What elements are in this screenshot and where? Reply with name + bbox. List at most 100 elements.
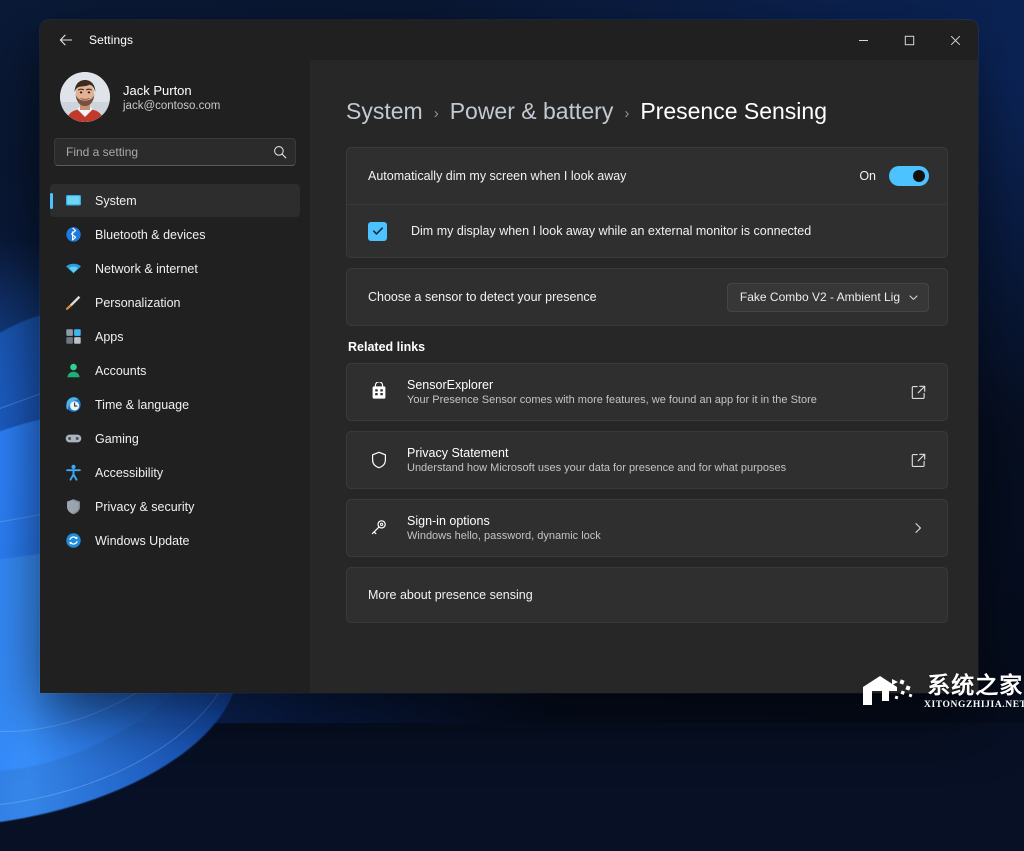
external-monitor-label: Dim my display when I look away while an… xyxy=(411,224,811,238)
settings-window: Settings xyxy=(40,20,978,693)
breadcrumb-power-battery[interactable]: Power & battery xyxy=(450,98,614,125)
link-title: Sign-in options xyxy=(407,514,601,528)
link-text: SensorExplorer Your Presence Sensor come… xyxy=(407,378,817,406)
search-icon xyxy=(273,145,287,159)
sidebar-item-accessibility[interactable]: Accessibility xyxy=(50,456,300,489)
sidebar-item-privacy-security[interactable]: Privacy & security xyxy=(50,490,300,523)
more-about-row: More about presence sensing xyxy=(347,568,947,622)
sensor-label: Choose a sensor to detect your presence xyxy=(368,290,597,304)
maximize-icon xyxy=(904,35,915,46)
external-monitor-checkbox[interactable] xyxy=(368,222,387,241)
breadcrumb-separator: › xyxy=(624,101,629,122)
shield-icon xyxy=(368,449,390,471)
sidebar-item-label: Apps xyxy=(95,330,124,344)
sidebar-item-label: Time & language xyxy=(95,398,189,412)
sensor-card: Choose a sensor to detect your presence … xyxy=(346,268,948,326)
sidebar-item-label: Gaming xyxy=(95,432,139,446)
more-about-label: More about presence sensing xyxy=(368,588,533,602)
sidebar-item-network-internet[interactable]: Network & internet xyxy=(50,252,300,285)
link-row: Sign-in options Windows hello, password,… xyxy=(347,500,947,556)
checkmark-icon xyxy=(372,225,384,237)
chevron-right-icon[interactable] xyxy=(907,517,929,539)
dim-screen-toggle[interactable] xyxy=(889,166,929,186)
xitongzhijia-logo-icon xyxy=(860,671,918,715)
sensor-dropdown-value: Fake Combo V2 - Ambient Lig xyxy=(740,290,900,304)
minimize-button[interactable] xyxy=(840,20,886,60)
external-link-icon[interactable] xyxy=(907,449,929,471)
sidebar-item-personalization[interactable]: Personalization xyxy=(50,286,300,319)
store-bag-icon xyxy=(368,381,390,403)
avatar xyxy=(60,72,110,122)
window-body: Jack Purton jack@contoso.com xyxy=(40,60,978,693)
watermark-chinese: 系统之家 xyxy=(927,675,1023,698)
sidebar-item-label: Bluetooth & devices xyxy=(95,228,206,242)
sidebar-item-time-language[interactable]: Time & language xyxy=(50,388,300,421)
dim-screen-label: Automatically dim my screen when I look … xyxy=(368,169,626,183)
shield-icon xyxy=(64,498,82,516)
link-subtitle: Your Presence Sensor comes with more fea… xyxy=(407,394,817,406)
sensor-dropdown[interactable]: Fake Combo V2 - Ambient Lig xyxy=(727,283,929,312)
main-content: System › Power & battery › Presence Sens… xyxy=(310,60,978,693)
link-subtitle: Understand how Microsoft uses your data … xyxy=(407,462,786,474)
sidebar-item-gaming[interactable]: Gaming xyxy=(50,422,300,455)
sidebar-item-windows-update[interactable]: Windows Update xyxy=(50,524,300,557)
external-monitor-row: Dim my display when I look away while an… xyxy=(347,205,947,257)
close-icon xyxy=(950,35,961,46)
sidebar-item-system[interactable]: System xyxy=(50,184,300,217)
sensor-explorer-card[interactable]: SensorExplorer Your Presence Sensor come… xyxy=(346,363,948,421)
bluetooth-icon xyxy=(64,226,82,244)
external-link-icon[interactable] xyxy=(907,381,929,403)
dim-screen-row: Automatically dim my screen when I look … xyxy=(347,148,947,204)
related-links-heading: Related links xyxy=(348,340,948,354)
account-name: Jack Purton xyxy=(123,83,220,98)
maximize-button[interactable] xyxy=(886,20,932,60)
window-controls xyxy=(840,20,978,60)
arrow-left-icon xyxy=(58,32,74,48)
link-subtitle: Windows hello, password, dynamic lock xyxy=(407,530,601,542)
window-title: Settings xyxy=(89,33,133,47)
breadcrumb-system[interactable]: System xyxy=(346,98,423,125)
more-about-presence-sensing-card[interactable]: More about presence sensing xyxy=(346,567,948,623)
sidebar-item-accounts[interactable]: Accounts xyxy=(50,354,300,387)
apps-grid-icon xyxy=(64,328,82,346)
paintbrush-icon xyxy=(64,294,82,312)
sidebar: Jack Purton jack@contoso.com xyxy=(40,60,310,693)
privacy-statement-card[interactable]: Privacy Statement Understand how Microso… xyxy=(346,431,948,489)
watermark-text: 系统之家 XITONGZHIJIA.NET xyxy=(924,675,1024,711)
clock-globe-icon xyxy=(64,396,82,414)
breadcrumb: System › Power & battery › Presence Sens… xyxy=(346,60,948,147)
key-icon xyxy=(368,517,390,539)
monitor-icon xyxy=(64,192,82,210)
person-icon xyxy=(64,362,82,380)
gamepad-icon xyxy=(64,430,82,448)
sidebar-item-label: Accessibility xyxy=(95,466,163,480)
sidebar-item-apps[interactable]: Apps xyxy=(50,320,300,353)
search-box[interactable] xyxy=(54,138,296,166)
link-title: SensorExplorer xyxy=(407,378,817,392)
title-bar: Settings xyxy=(40,20,978,60)
search-input[interactable] xyxy=(66,145,273,159)
link-text: Sign-in options Windows hello, password,… xyxy=(407,514,601,542)
user-photo-avatar xyxy=(60,72,110,122)
watermark: 系统之家 XITONGZHIJIA.NET xyxy=(854,667,1020,719)
back-button[interactable] xyxy=(49,25,83,55)
link-row: SensorExplorer Your Presence Sensor come… xyxy=(347,364,947,420)
accessibility-person-icon xyxy=(64,464,82,482)
link-title: Privacy Statement xyxy=(407,446,786,460)
link-row: Privacy Statement Understand how Microso… xyxy=(347,432,947,488)
sidebar-item-bluetooth-devices[interactable]: Bluetooth & devices xyxy=(50,218,300,251)
close-button[interactable] xyxy=(932,20,978,60)
breadcrumb-separator: › xyxy=(434,101,439,122)
sidebar-item-label: Windows Update xyxy=(95,534,190,548)
sensor-control: Fake Combo V2 - Ambient Lig xyxy=(727,283,929,312)
account-block[interactable]: Jack Purton jack@contoso.com xyxy=(50,60,300,136)
account-email: jack@contoso.com xyxy=(123,100,220,112)
link-text: Privacy Statement Understand how Microso… xyxy=(407,446,786,474)
sidebar-item-label: System xyxy=(95,194,137,208)
sensor-row: Choose a sensor to detect your presence … xyxy=(347,269,947,325)
account-text: Jack Purton jack@contoso.com xyxy=(123,83,220,112)
dim-screen-control: On xyxy=(859,166,929,186)
sidebar-item-label: Personalization xyxy=(95,296,180,310)
sidebar-item-label: Accounts xyxy=(95,364,146,378)
sign-in-options-card[interactable]: Sign-in options Windows hello, password,… xyxy=(346,499,948,557)
